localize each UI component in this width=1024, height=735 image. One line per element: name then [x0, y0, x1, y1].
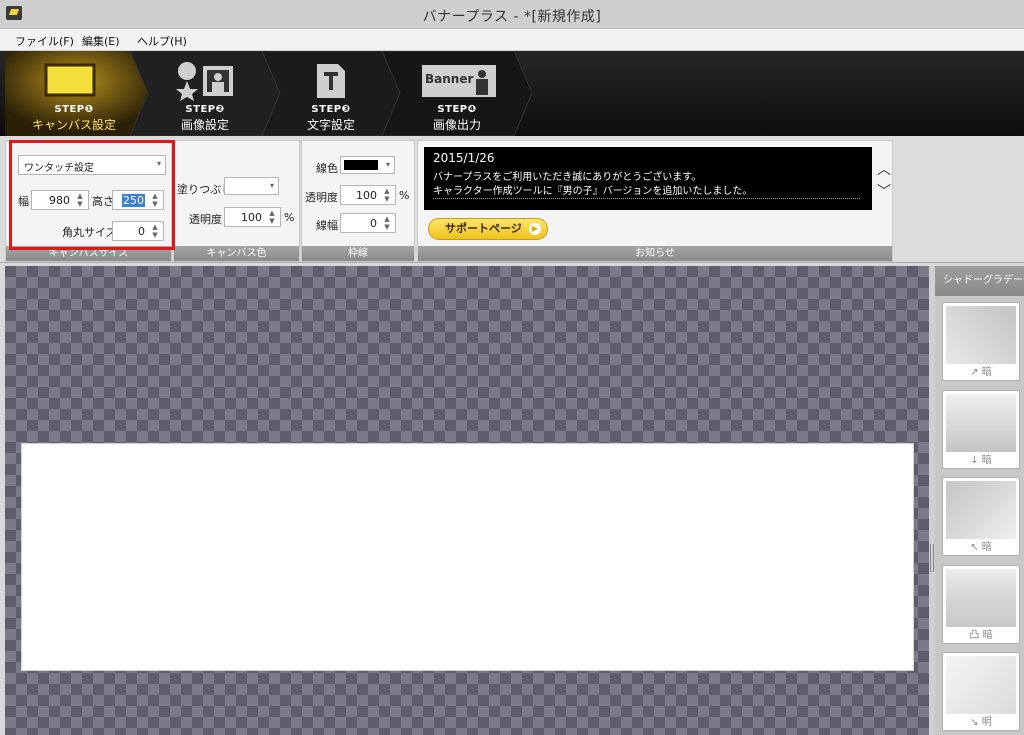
- line-width-value: 0: [370, 217, 377, 230]
- chevron-down-icon: ▾: [385, 160, 390, 169]
- splitter-grip-icon[interactable]: [930, 544, 934, 572]
- corner-value: 0: [138, 225, 145, 238]
- gradient-preview: [946, 394, 1016, 452]
- menu-help[interactable]: ヘルプ(H): [137, 33, 187, 49]
- canvas-opacity-label: 透明度: [189, 213, 222, 226]
- chevron-down-icon: ▾: [269, 181, 274, 190]
- news-date: 2015/1/26: [433, 151, 495, 165]
- support-page-button-label: サポートページ: [445, 222, 522, 235]
- spinner-arrows-icon[interactable]: ▲ ▼: [381, 215, 393, 231]
- border-opacity-input[interactable]: 100 ▲ ▼: [340, 185, 396, 205]
- panel-caption-canvas-color: キャンバス色: [174, 246, 299, 261]
- width-input[interactable]: 980 ▲ ▼: [31, 190, 89, 210]
- step-1-label: キャンバス設定: [31, 118, 116, 132]
- height-value: 250: [122, 194, 145, 207]
- panel-canvas-color: 塗りつぶし ▾ 透明度 100 ▲ ▼ % キャンバス色: [173, 140, 300, 262]
- title-bar: バナープラス - *[新規作成]: [0, 0, 1024, 29]
- canvas-opacity-value: 100: [241, 211, 262, 224]
- news-line-2: キャラクター作成ツールに『男の子』バージョンを追加いたしました。: [433, 186, 753, 197]
- percent-unit: %: [399, 189, 410, 202]
- step-4-output[interactable]: Banner STEP❹ 画像出力: [382, 51, 532, 136]
- gradient-swatch-label: ↗ 暗: [970, 367, 992, 378]
- gradient-preview: [946, 656, 1016, 714]
- fill-color-picker[interactable]: ▾: [224, 177, 279, 195]
- height-input[interactable]: 250 ▲ ▼: [112, 190, 164, 210]
- percent-unit: %: [284, 211, 295, 224]
- step-1-number: STEP❶: [54, 104, 94, 115]
- spinner-arrows-icon[interactable]: ▲ ▼: [149, 192, 161, 208]
- line-width-input[interactable]: 0 ▲ ▼: [340, 213, 396, 233]
- news-scroll-down-icon[interactable]: ﹀: [877, 181, 891, 201]
- news-line-1: バナープラスをご利用いただき誠にありがとうございます。: [433, 172, 702, 183]
- gradient-swatch-2[interactable]: ↓ 暗: [942, 390, 1020, 469]
- border-opacity-value: 100: [356, 189, 377, 202]
- step-bar: STEP❶ キャンバス設定 STEP❷ 画像設定 STEP❸ 文字設定 Bann…: [0, 51, 1024, 136]
- corner-input[interactable]: 0 ▲ ▼: [112, 221, 164, 241]
- banner-canvas[interactable]: [21, 443, 914, 671]
- banner-icon-text: Banner: [425, 72, 473, 86]
- line-color-picker[interactable]: ▾: [340, 156, 395, 174]
- width-label: 幅: [18, 195, 29, 208]
- shadow-gradient-panel: シャドーグラデーション ↗ 暗 ↓ 暗 ↖ 暗 凸 暗 ↘ 明: [935, 266, 1024, 735]
- step-4-number: STEP❹: [437, 104, 477, 115]
- step-2-number: STEP❷: [185, 104, 225, 115]
- spinner-arrows-icon[interactable]: ▲ ▼: [149, 223, 161, 239]
- menu-bar: ファイル(F) 編集(E) ヘルプ(H): [0, 29, 1024, 51]
- gradient-swatch-5[interactable]: ↘ 明: [942, 652, 1020, 731]
- gradient-preview: [946, 569, 1016, 627]
- panel-caption-border: 枠線: [302, 246, 414, 261]
- arrow-right-icon: ▶: [529, 223, 541, 235]
- banner-icon: Banner: [422, 65, 496, 97]
- text-icon: [317, 64, 345, 98]
- gradient-swatch-1[interactable]: ↗ 暗: [942, 302, 1020, 381]
- panel-caption-news: お知らせ: [418, 246, 892, 261]
- gradient-swatch-4[interactable]: 凸 暗: [942, 565, 1020, 644]
- news-scroll-up-icon[interactable]: ︿: [877, 159, 891, 179]
- corner-label: 角丸サイズ: [62, 226, 117, 239]
- step-2-label: 画像設定: [180, 118, 229, 132]
- height-label: 高さ: [92, 195, 114, 208]
- canvas-workspace[interactable]: [5, 266, 929, 735]
- step-3-label: 文字設定: [306, 118, 355, 132]
- border-opacity-label: 透明度: [305, 191, 338, 204]
- spinner-arrows-icon[interactable]: ▲ ▼: [266, 209, 278, 225]
- panel-caption-canvas-size: キャンバスサイズ: [6, 246, 171, 261]
- gradient-swatch-label: 凸 暗: [969, 630, 993, 641]
- panel-canvas-size: ワンタッチ設定 ▾ 幅 980 ▲ ▼ 高さ 250 ▲ ▼ 角丸サイズ 0 ▲ ▼ …: [5, 140, 172, 262]
- line-width-label: 線幅: [316, 219, 338, 232]
- panel-border: 線色 ▾ 透明度 100 ▲ ▼ % 線幅 0 ▲ ▼ 枠線: [301, 140, 415, 262]
- menu-file[interactable]: ファイル(F): [15, 33, 74, 49]
- gradient-swatch-3[interactable]: ↖ 暗: [942, 477, 1020, 556]
- line-color-label: 線色: [316, 162, 338, 175]
- preset-select-value: ワンタッチ設定: [24, 163, 94, 174]
- spinner-arrows-icon[interactable]: ▲ ▼: [381, 187, 393, 203]
- canvas-opacity-input[interactable]: 100 ▲ ▼: [224, 207, 281, 227]
- spinner-arrows-icon[interactable]: ▲ ▼: [74, 192, 86, 208]
- support-page-button[interactable]: サポートページ ▶: [428, 218, 548, 240]
- chevron-down-icon: ▾: [156, 159, 161, 168]
- gradient-preview: [946, 306, 1016, 364]
- shadow-gradient-title: シャドーグラデーション: [935, 266, 1024, 296]
- step-2-image[interactable]: STEP❷ 画像設定: [130, 51, 280, 136]
- gradient-swatch-label: ↘ 明: [970, 717, 992, 728]
- image-icon: [176, 62, 233, 101]
- panel-news: 2015/1/26 バナープラスをご利用いただき誠にありがとうございます。 キャ…: [417, 140, 893, 262]
- gradient-swatch-label: ↖ 暗: [970, 542, 992, 553]
- gradient-preview: [946, 481, 1016, 539]
- canvas-icon: [44, 63, 96, 97]
- step-1-canvas[interactable]: STEP❶ キャンバス設定: [0, 51, 148, 136]
- line-color-swatch: [344, 160, 378, 170]
- step-4-label: 画像出力: [432, 118, 481, 132]
- step-3-text[interactable]: STEP❸ 文字設定: [262, 51, 400, 136]
- gradient-swatch-label: ↓ 暗: [970, 455, 992, 466]
- news-divider: [433, 198, 860, 199]
- news-box: 2015/1/26 バナープラスをご利用いただき誠にありがとうございます。 キャ…: [424, 147, 872, 210]
- window-title: バナープラス - *[新規作成]: [422, 9, 602, 25]
- step-3-number: STEP❸: [311, 104, 351, 115]
- preset-select[interactable]: ワンタッチ設定 ▾: [18, 155, 166, 175]
- menu-edit[interactable]: 編集(E): [82, 33, 120, 49]
- width-value: 980: [49, 194, 70, 207]
- settings-toolbar: ワンタッチ設定 ▾ 幅 980 ▲ ▼ 高さ 250 ▲ ▼ 角丸サイズ 0 ▲ ▼ …: [0, 136, 1024, 263]
